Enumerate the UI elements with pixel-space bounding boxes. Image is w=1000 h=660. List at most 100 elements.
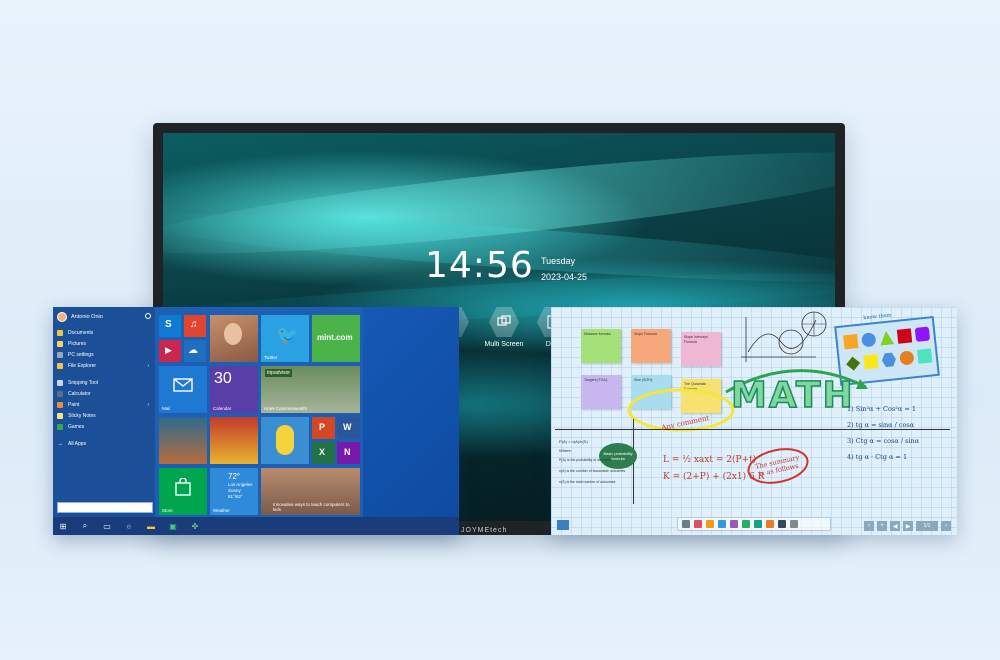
menu-item-sticky-notes[interactable]: Sticky Notes [53,410,155,421]
menu-item-paint[interactable]: Paint › [53,399,155,410]
person-photo [224,323,242,345]
news-tile[interactable]: Innovative ways to teach computers to ki… [261,468,360,515]
twitter-icon: 🐦 [276,325,299,345]
onenote-icon: N [344,447,351,457]
menu-item-games[interactable]: Games [53,421,155,432]
landscape-tile[interactable] [159,417,207,464]
calendar-tile[interactable]: 30 Calendar [210,366,258,413]
pen-tool-icon[interactable] [694,520,702,528]
sticky-note[interactable]: Slope Intercept Formula [681,332,721,366]
comment-bubble[interactable]: Basic probability formula [599,443,637,469]
menu-item-documents[interactable]: Documents [53,327,155,338]
undo-tool-icon[interactable] [778,520,786,528]
probability-line: n(A) is the number of favourable outcome… [559,469,626,473]
powerpoint-tile[interactable]: P [312,417,335,439]
task-view-icon[interactable]: ▭ [101,520,113,532]
clock-time: 14:56 [425,245,534,286]
menu-item-pictures[interactable]: Pictures [53,338,155,349]
minion-icon [276,425,294,455]
more-tool-icon[interactable] [790,520,798,528]
racing-game-tile[interactable] [210,417,258,464]
eraser-tool-icon[interactable] [730,520,738,528]
skype-icon: S [165,319,172,330]
twitter-tile[interactable]: 🐦 Twitter [261,315,309,362]
skype-tile[interactable]: S [159,315,181,337]
minion-game-tile[interactable] [261,417,309,464]
forward-arrow-icon[interactable]: ▶ [903,521,913,531]
trig-identity-1: 1) Sin²α + Cos²α = 1 [847,405,916,413]
start-menu-list: Antonio Onio Documents Pictures PC setti… [53,307,155,517]
cloud-icon: ☁ [188,345,198,356]
note-icon [57,412,63,419]
summary-note: The summary is as follows [744,442,812,490]
previous-page-icon[interactable]: ‹ [864,521,874,531]
edge-browser-icon[interactable]: e [123,520,135,532]
probability-heading: P(A) = n(A)/n(S) [559,439,588,444]
people-tile[interactable] [210,315,258,362]
windows-start-icon[interactable]: ⊞ [57,520,69,532]
taskbar: ⊞ ⌕ ▭ e ▬ ▣ ✜ [53,517,459,535]
mail-tile[interactable]: Mail [159,366,207,413]
weather-tile[interactable]: 72° Los Angeles Sunny 81°/62° Weather [210,468,258,515]
search-input[interactable] [57,502,153,513]
menu-toggle-button[interactable] [557,520,569,530]
tripadvisor-tile[interactable]: tripadvisor Hotel Commonwealth [261,366,360,413]
add-page-icon[interactable]: + [877,521,887,531]
next-page-icon[interactable]: › [941,521,951,531]
video-icon: ▶ [165,345,172,355]
shopping-bag-icon [175,478,191,496]
page-indicator: 1/1 [916,521,938,531]
gamepad-icon[interactable]: ✜ [189,520,201,532]
gamepad-icon [57,423,63,430]
folder-icon [57,329,63,336]
dock-multi-screen[interactable]: Multi Screen [481,307,527,357]
sticky-note[interactable]: Distance formula: [581,329,621,363]
whiteboard-screen: Distance formula: Slope Formula Slope In… [551,307,957,535]
scissors-icon [57,379,63,386]
user-account[interactable]: Antonio Onio [53,307,155,327]
back-arrow-icon[interactable]: ◀ [890,521,900,531]
weekday-label: Tuesday [541,256,576,266]
sticky-note[interactable]: Slope Formula [631,329,671,363]
date-label: 2023-04-25 [541,272,588,282]
arrow-right-icon: → [57,440,63,447]
trig-identity-3: 3) Ctg α = cosα / sinα [847,437,920,445]
onenote-tile[interactable]: N [337,442,360,464]
shape-tool-icon[interactable] [718,520,726,528]
store-tile[interactable]: Store [159,468,207,515]
chevron-right-icon: › [147,401,149,408]
insert-tool-icon[interactable] [754,520,762,528]
trig-identity-4: 4) tg α · Ctg α = 1 [847,453,908,461]
all-apps-button[interactable]: → All Apps [53,438,155,449]
menu-item-calculator[interactable]: Calculator [53,388,155,399]
pictures-icon [57,340,63,347]
windows-start-screen: Antonio Onio Documents Pictures PC setti… [53,307,459,535]
mint-tile[interactable]: mint.com [312,315,360,362]
excel-tile[interactable]: X [312,442,335,464]
hand-tool-icon[interactable] [766,520,774,528]
music-tile[interactable]: ♫ [184,315,206,337]
highlighter-tool-icon[interactable] [706,520,714,528]
video-tile[interactable]: ▶ [159,340,181,362]
store-icon[interactable]: ▣ [167,520,179,532]
menu-item-snipping-tool[interactable]: Snipping Tool [53,377,155,388]
menu-item-file-explorer[interactable]: File Explorer › [53,360,155,371]
venn-diagram [801,311,827,337]
user-name: Antonio Onio [71,314,103,320]
select-tool-icon[interactable] [682,520,690,528]
text-tool-icon[interactable] [742,520,750,528]
mail-icon [173,378,193,392]
power-icon[interactable] [145,313,151,319]
sticky-note[interactable]: Tangent (TOA): [581,375,621,409]
probability-line: n(S) is the total number of outcomes [559,480,616,484]
folder-icon[interactable]: ▬ [145,520,157,532]
probability-where: Where: [559,448,572,453]
onedrive-tile[interactable]: ☁ [184,340,206,362]
drawing-toolbar [677,517,831,531]
multi-screen-icon [489,307,519,337]
menu-item-pc-settings[interactable]: PC settings [53,349,155,360]
word-tile[interactable]: W [337,417,360,439]
search-icon[interactable]: ⌕ [79,520,91,532]
formula-1: L = ½ xaxt = 2(P+t) [663,455,757,465]
page-navigation: ‹ + ◀ ▶ 1/1 › [864,521,951,531]
